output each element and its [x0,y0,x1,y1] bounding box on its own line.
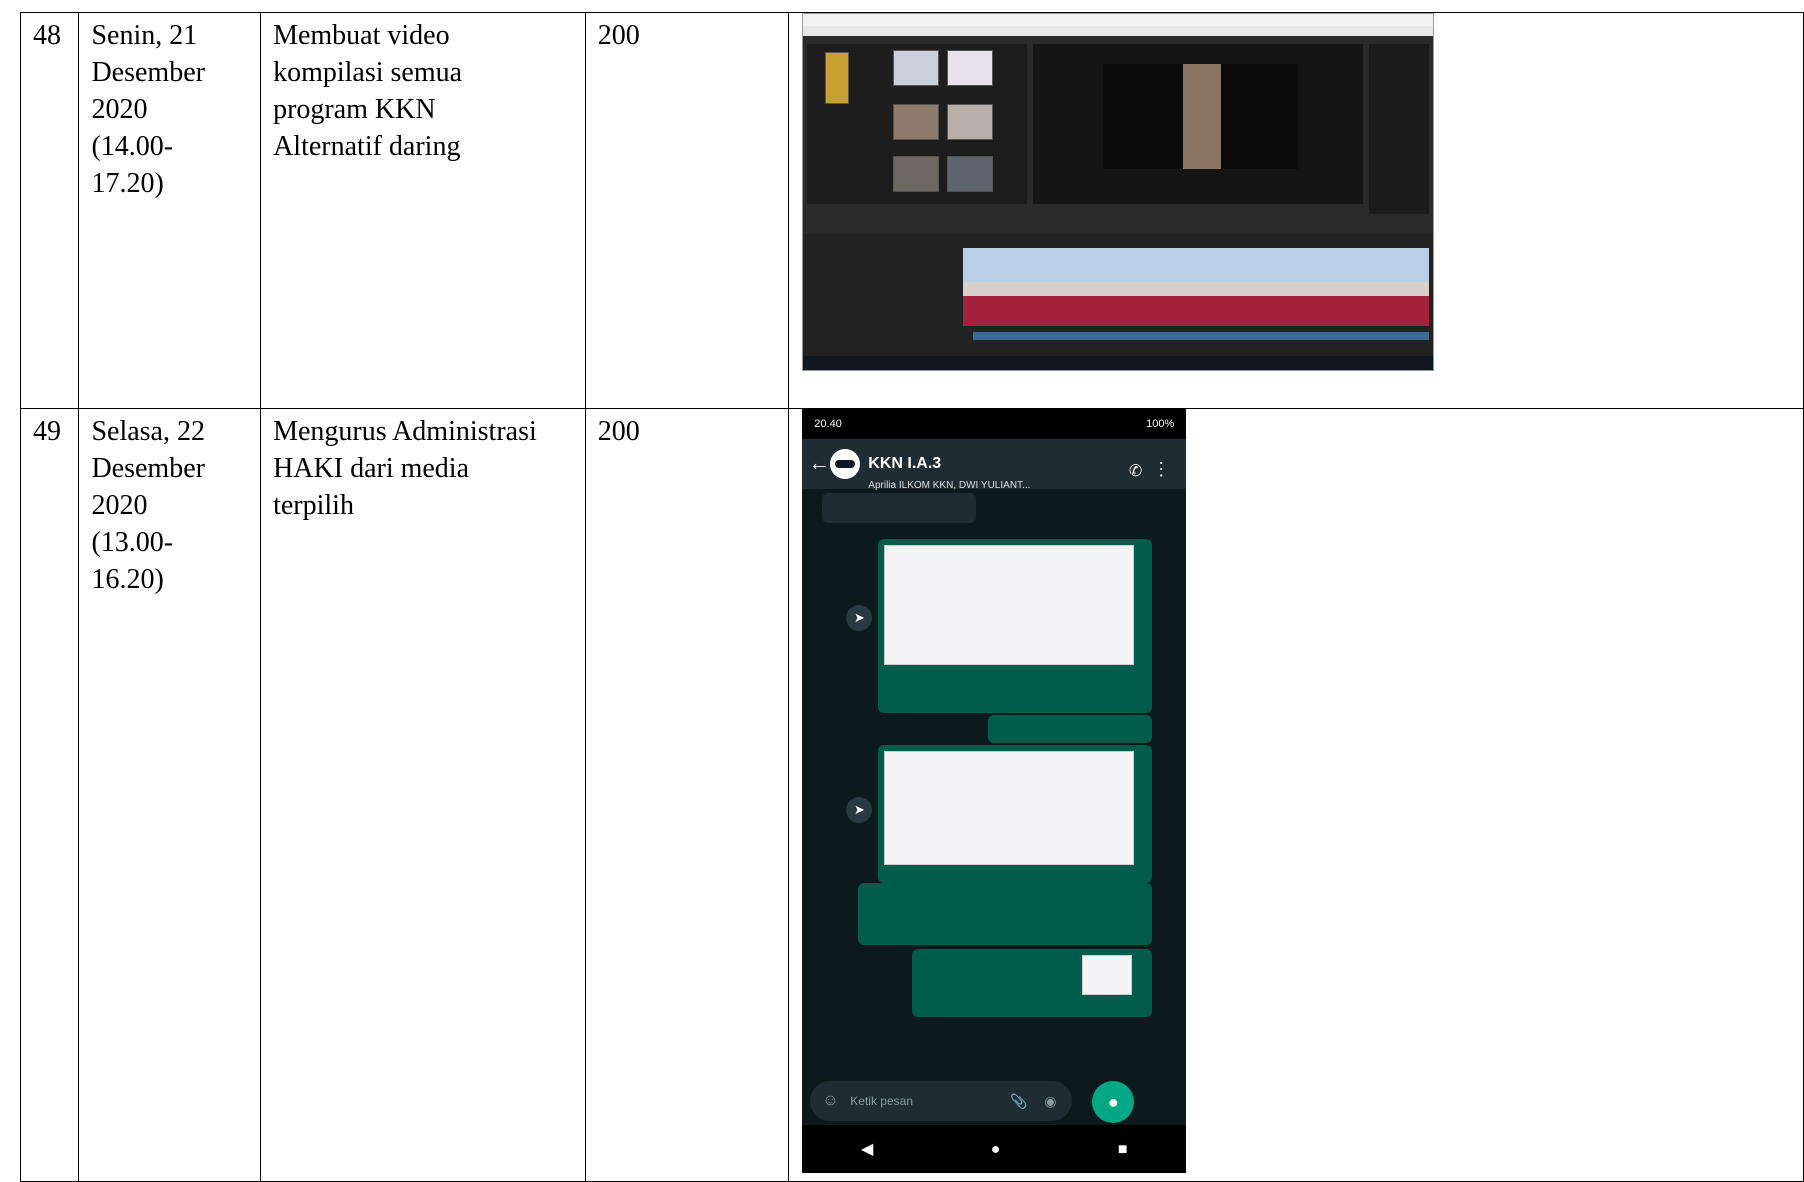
video-preview-panel [1033,44,1364,204]
shared-screenshot [884,751,1135,865]
row-number: 48 [19,12,80,409]
phone-status-bar: 20.40 100% [802,409,1187,439]
camera-icon[interactable]: ◉ [1044,1081,1056,1121]
more-options-icon: ⋮ [1152,459,1171,479]
status-battery: 100% [1146,418,1175,430]
whatsapp-screenshot: 20.40 100% ← KKN I.A.3 Aprilia ILKOM KKN… [802,409,1187,1173]
activity-cell: Mengurus Administrasi HAKI dari media te… [260,408,586,1182]
mic-icon[interactable]: ● [1092,1081,1135,1123]
media-thumb [893,156,940,192]
media-thumb [893,104,940,140]
video-editor-screenshot [802,13,1435,371]
incoming-message [822,493,977,523]
back-arrow-icon: ← [808,450,831,475]
outgoing-image-message [878,539,1153,713]
os-taskbar [803,356,1434,370]
message-input[interactable]: ☺ Ketik pesan 📎 ◉ [810,1081,1073,1121]
status-time: 20.40 [814,418,842,430]
value-cell: 200 [584,12,790,409]
forward-icon: ➤ [846,605,873,631]
input-placeholder: Ketik pesan [850,1094,914,1108]
editor-menubar [803,26,1434,36]
transport-bar [973,332,1430,340]
attach-icon[interactable]: 📎 [1010,1081,1027,1121]
value-text: 200 [597,20,640,51]
outgoing-link-message [858,883,1153,945]
media-thumb [947,156,994,192]
date-cell: Selasa, 22 Desember 2020 (13.00- 16.20) [78,408,262,1182]
evidence-cell: 20.40 100% ← KKN I.A.3 Aprilia ILKOM KKN… [788,408,1804,1182]
table-row: 48 Senin, 21 Desember 2020 (14.00- 17.20… [19,12,1804,409]
group-avatar [830,449,861,479]
android-nav-bar: ◀ ● ■ [802,1125,1187,1173]
nav-back-icon[interactable]: ◀ [861,1131,873,1168]
video-track-lower [963,282,1430,296]
row-number-text: 49 [33,416,61,447]
activity-text: Mengurus Administrasi HAKI dari media te… [273,416,537,521]
media-thumb [947,50,994,86]
media-thumb [947,104,994,140]
call-icon: ✆ [1128,463,1143,480]
editor-titlebar [803,14,1434,26]
evidence-cell [788,12,1804,409]
date-text: Selasa, 22 Desember 2020 (13.00- 16.20) [91,416,205,595]
audio-track [963,296,1430,326]
emoji-icon[interactable]: ☺ [822,1081,838,1121]
media-thumb [825,52,850,104]
value-text: 200 [597,416,640,447]
file-thumbnail [1082,955,1133,995]
video-track [963,248,1430,282]
row-number-text: 48 [33,20,61,51]
shared-screenshot [884,545,1135,665]
project-media-panel [807,44,1028,204]
media-thumb [893,50,940,86]
audio-meter [1369,44,1430,214]
forward-icon: ➤ [846,797,873,823]
value-cell: 200 [584,408,790,1182]
nav-recents-icon[interactable]: ■ [1118,1131,1128,1168]
outgoing-message [988,715,1153,743]
preview-frame [1103,64,1299,169]
activity-text: Membuat video kompilasi semua program KK… [273,20,463,162]
outgoing-file-message [912,949,1153,1017]
activity-cell: Membuat video kompilasi semua program KK… [260,12,586,409]
outgoing-image-message [878,745,1153,883]
row-number: 49 [19,408,80,1182]
chat-header: ← KKN I.A.3 Aprilia ILKOM KKN, DWI YULIA… [802,439,1187,491]
date-text: Senin, 21 Desember 2020 (14.00- 17.20) [91,20,205,199]
date-cell: Senin, 21 Desember 2020 (14.00- 17.20) [78,12,262,409]
nav-home-icon[interactable]: ● [991,1131,1001,1168]
table-row: 49 Selasa, 22 Desember 2020 (13.00- 16.2… [19,408,1804,1182]
activity-log-table: 48 Senin, 21 Desember 2020 (14.00- 17.20… [19,12,1804,1182]
